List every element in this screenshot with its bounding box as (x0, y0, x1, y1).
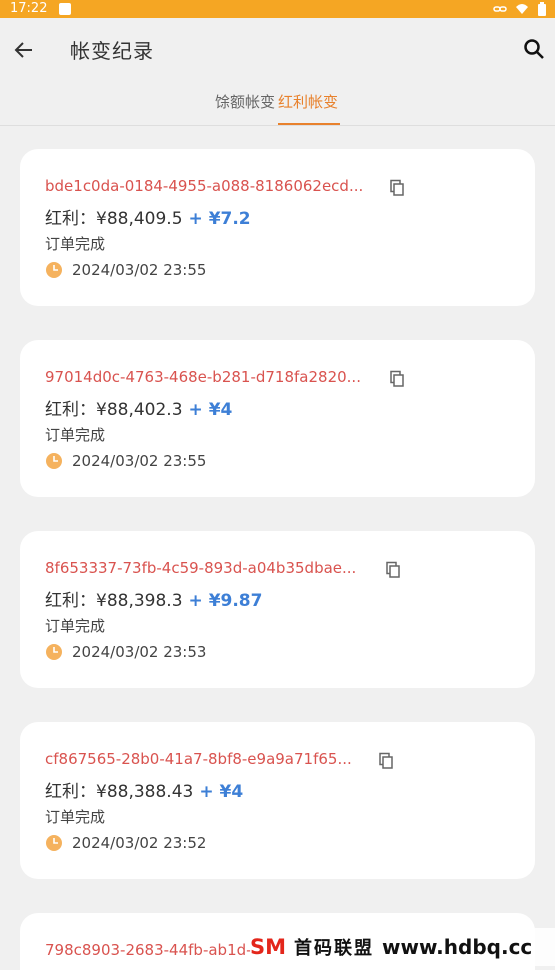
watermark-text: 首码联盟 (294, 938, 375, 959)
arrow-left-icon[interactable] (12, 38, 36, 62)
record-amount-label: 红利： (45, 400, 96, 420)
record-card: 8f653337-73fb-4c59-893d-a04b35dbae... 红利… (20, 531, 535, 688)
record-amount-label: 红利： (45, 782, 96, 802)
watermark-url: www.hdbq.cc (382, 935, 533, 959)
record-amount: ¥88,402.3 (96, 400, 183, 420)
record-amount: ¥88,388.43 (96, 782, 194, 802)
record-status: 订单完成 (45, 426, 106, 444)
record-card: bde1c0da-0184-4955-a088-8186062ecd... 红利… (20, 149, 535, 306)
clock-icon (46, 453, 62, 469)
record-status: 订单完成 (45, 235, 106, 253)
record-id: cf867565-28b0-41a7-8bf8-e9a9a71f65... (45, 750, 352, 768)
tab-balance-changes[interactable]: 馀额帐变 (215, 92, 275, 112)
record-change: + ¥9.87 (188, 591, 263, 611)
record-amount-row: 红利：¥88,409.5 + ¥7.2 (45, 204, 251, 229)
record-change: + ¥4 (199, 782, 244, 802)
record-status: 订单完成 (45, 617, 106, 635)
copy-icon[interactable] (387, 179, 405, 197)
link-icon (493, 6, 507, 12)
page-title: 帐变纪录 (70, 39, 154, 63)
record-amount-label: 红利： (45, 591, 96, 611)
clock-icon (46, 262, 62, 278)
tab-bar: 馀额帐变 红利帐变 (0, 82, 555, 126)
record-amount-row: 红利：¥88,402.3 + ¥4 (45, 395, 232, 420)
copy-icon[interactable] (376, 752, 394, 770)
record-time: 2024/03/02 23:53 (72, 643, 207, 661)
record-time: 2024/03/02 23:55 (72, 261, 207, 279)
record-time: 2024/03/02 23:52 (72, 834, 207, 852)
record-card: cf867565-28b0-41a7-8bf8-e9a9a71f65... 红利… (20, 722, 535, 879)
clock-icon (46, 835, 62, 851)
record-change: + ¥4 (188, 400, 233, 420)
app-bar: 帐变纪录 (0, 18, 555, 82)
record-id: 8f653337-73fb-4c59-893d-a04b35dbae... (45, 559, 357, 577)
status-time: 17:22 (10, 1, 48, 16)
copy-icon[interactable] (383, 561, 401, 579)
wifi-icon (516, 4, 528, 14)
battery-icon (538, 2, 546, 16)
record-amount: ¥88,409.5 (96, 209, 183, 229)
record-status: 订单完成 (45, 808, 106, 826)
tab-bonus-changes[interactable]: 红利帐变 (278, 92, 338, 112)
clock-icon (46, 644, 62, 660)
record-id: 97014d0c-4763-468e-b281-d718fa2820... (45, 368, 361, 386)
tab-indicator (278, 123, 340, 125)
record-amount: ¥88,398.3 (96, 591, 183, 611)
record-time: 2024/03/02 23:55 (72, 452, 207, 470)
record-amount-label: 红利： (45, 209, 96, 229)
record-amount-row: 红利：¥88,398.3 + ¥9.87 (45, 586, 262, 611)
record-id: bde1c0da-0184-4955-a088-8186062ecd... (45, 177, 364, 195)
notification-app-icon (59, 3, 71, 15)
search-icon[interactable] (523, 38, 545, 60)
status-bar: 17:22 (0, 0, 555, 18)
record-amount-row: 红利：¥88,388.43 + ¥4 (45, 777, 243, 802)
watermark: SM 首码联盟 www.hdbq.cc (250, 928, 555, 966)
copy-icon[interactable] (387, 370, 405, 388)
watermark-logo: SM (250, 935, 287, 959)
status-indicators (493, 2, 547, 16)
record-change: + ¥7.2 (188, 209, 251, 229)
record-card: 97014d0c-4763-468e-b281-d718fa2820... 红利… (20, 340, 535, 497)
